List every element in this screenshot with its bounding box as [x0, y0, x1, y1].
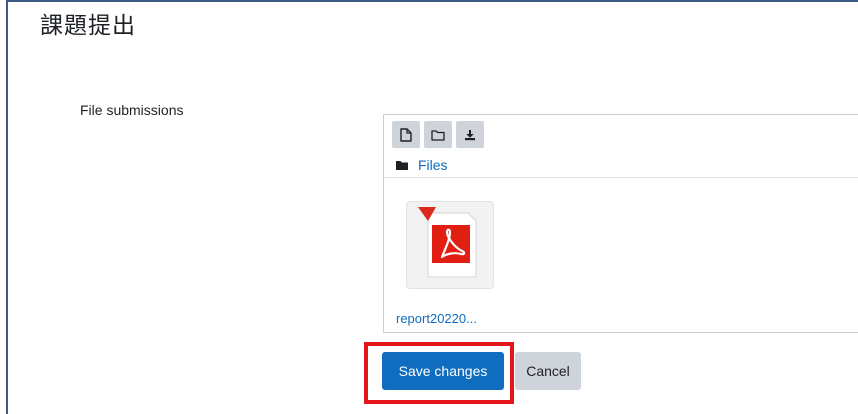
page-title: 課題提出 [40, 13, 136, 39]
download-icon [465, 129, 475, 140]
file-submissions-label: File submissions [80, 102, 184, 118]
page-frame: 課題提出 File submissions Files report20220.… [0, 0, 858, 414]
path-files-link[interactable]: Files [418, 157, 448, 173]
pdf-file-icon [418, 207, 477, 278]
create-folder-icon [431, 129, 445, 141]
frame-top-border [6, 0, 858, 2]
frame-left-border [6, 0, 8, 414]
file-name-link[interactable]: report20220... [396, 311, 477, 326]
folder-icon [396, 161, 408, 170]
create-folder-button[interactable] [424, 121, 452, 148]
file-thumbnail[interactable] [406, 201, 494, 289]
add-file-icon [400, 127, 412, 142]
save-changes-button[interactable]: Save changes [382, 352, 504, 390]
cancel-button[interactable]: Cancel [515, 352, 581, 390]
add-file-button[interactable] [392, 121, 420, 148]
file-manager: Files report20220... [383, 114, 858, 333]
file-manager-divider [384, 177, 858, 178]
file-manager-path: Files [396, 157, 448, 173]
file-manager-toolbar [392, 121, 484, 148]
download-all-button[interactable] [456, 121, 484, 148]
